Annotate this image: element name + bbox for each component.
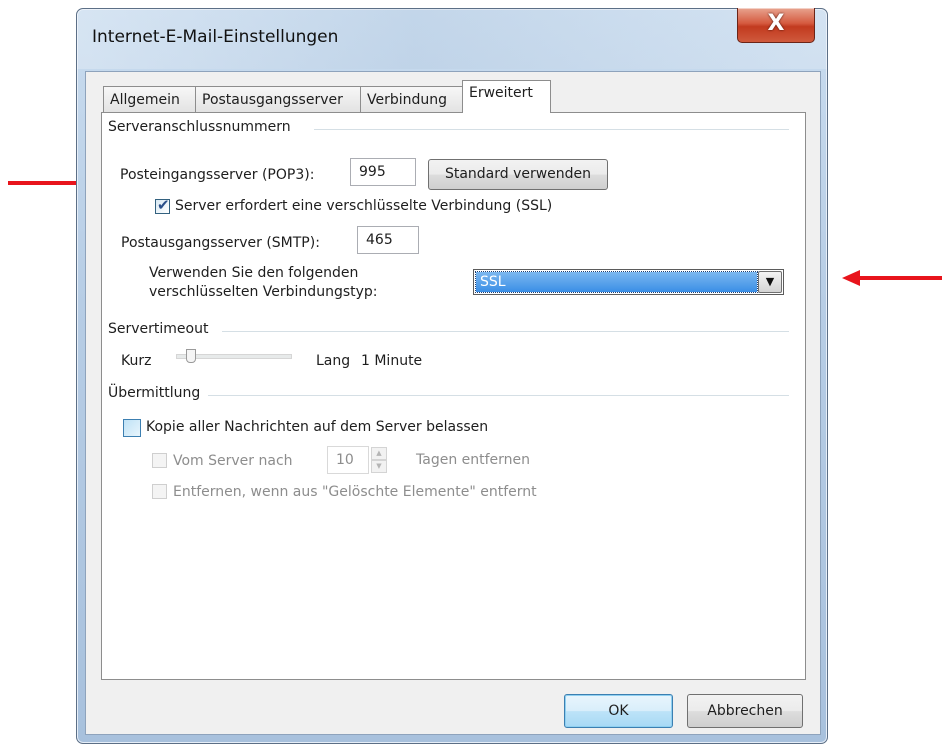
remove-deleted-checkbox[interactable] <box>152 484 167 499</box>
spin-down-icon[interactable]: ▼ <box>371 460 387 473</box>
dialog-client-area: Allgemein Postausgangsserver Verbindung … <box>85 71 821 735</box>
spin-up-icon[interactable]: ▲ <box>371 447 387 460</box>
ok-button[interactable]: OK <box>564 694 673 728</box>
close-button[interactable]: X <box>737 8 815 43</box>
tab-panel-erweitert: Serveranschlussnummern Posteingangsserve… <box>101 112 806 680</box>
tab-label: Allgemein <box>110 92 180 108</box>
remove-after-label: Vom Server nach <box>173 453 293 469</box>
pop3-port-input[interactable]: 995 <box>350 158 416 186</box>
tab-label: Verbindung <box>367 92 448 108</box>
group-label-delivery: Übermittlung <box>108 385 207 401</box>
tab-label: Postausgangsserver <box>202 92 343 108</box>
remove-after-days-checkbox[interactable] <box>152 453 167 468</box>
group-divider <box>314 129 789 130</box>
tab-erweitert[interactable]: Erweitert <box>462 80 551 113</box>
cancel-button[interactable]: Abbrechen <box>687 694 803 728</box>
group-divider <box>222 331 789 332</box>
encryption-type-value: SSL <box>475 271 758 293</box>
encryption-label-line2: verschlüsselten Verbindungstyp: <box>149 284 378 300</box>
dialog-window: Internet-E-Mail-Einstellungen X Allgemei… <box>76 8 828 744</box>
smtp-label: Postausgangsserver (SMTP): <box>121 235 320 251</box>
smtp-port-input[interactable]: 465 <box>357 226 419 254</box>
chevron-down-icon[interactable]: ▼ <box>758 271 782 293</box>
tab-verbindung[interactable]: Verbindung <box>360 86 463 112</box>
timeout-slider-thumb[interactable] <box>186 349 196 363</box>
keep-copy-label: Kopie aller Nachrichten auf dem Server b… <box>146 419 489 435</box>
timeout-short-label: Kurz <box>121 353 152 369</box>
days-suffix-label: Tagen entfernen <box>416 452 531 468</box>
ssl-checkbox-label: Server erfordert eine verschlüsselte Ver… <box>175 198 553 214</box>
encryption-label-line1: Verwenden Sie den folgenden <box>149 265 359 281</box>
days-input[interactable]: 10 <box>327 446 369 474</box>
use-default-button[interactable]: Standard verwenden <box>428 159 608 190</box>
group-divider <box>208 395 789 396</box>
annotation-arrow-right <box>842 270 942 286</box>
remove-deleted-label: Entfernen, wenn aus "Gelöschte Elemente"… <box>173 484 537 500</box>
checkmark-icon: ✔ <box>157 196 170 214</box>
close-icon: X <box>767 11 785 36</box>
encryption-type-dropdown[interactable]: SSL ▼ <box>473 269 784 295</box>
group-label-timeout: Servertimeout <box>108 321 215 337</box>
ssl-checkbox[interactable]: ✔ <box>155 196 170 214</box>
pop3-label: Posteingangsserver (POP3): <box>120 167 315 183</box>
timeout-value-label: 1 Minute <box>361 353 423 369</box>
group-label-ports: Serveranschlussnummern <box>108 119 297 135</box>
window-title: Internet-E-Mail-Einstellungen <box>92 27 339 47</box>
tab-label: Erweitert <box>469 85 533 101</box>
tab-postausgangsserver[interactable]: Postausgangsserver <box>195 86 361 112</box>
tab-allgemein[interactable]: Allgemein <box>103 86 196 112</box>
keep-copy-checkbox[interactable] <box>123 419 141 437</box>
timeout-long-label: Lang <box>316 353 351 369</box>
